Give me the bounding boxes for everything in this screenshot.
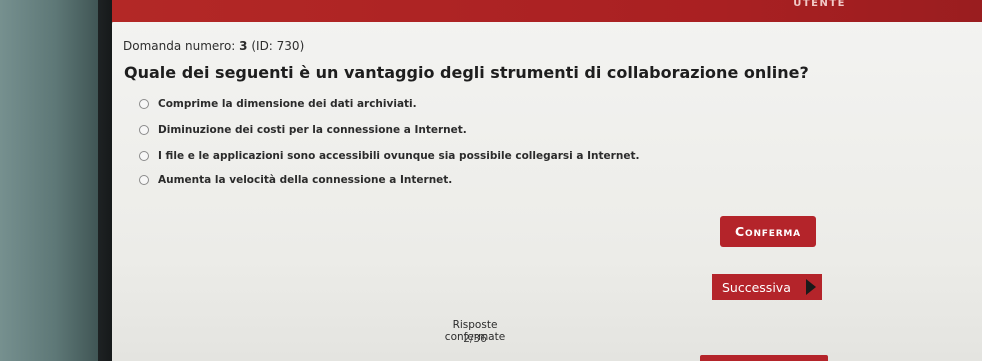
answer-option-label: Diminuzione dei costi per la connessione… [158, 124, 467, 136]
header-bar: UTENTE [112, 0, 982, 22]
answer-option[interactable]: Diminuzione dei costi per la connessione… [139, 124, 467, 136]
confirmed-answers-count: 2/36 [463, 333, 487, 345]
background-wall [0, 0, 100, 361]
question-number-value: 3 [239, 39, 248, 53]
answer-option-label: Comprime la dimensione dei dati archivia… [158, 98, 417, 110]
answer-option[interactable]: Aumenta la velocità della connessione a … [139, 174, 452, 186]
question-text: Quale dei seguenti è un vantaggio degli … [124, 63, 809, 82]
bottom-red-bar [700, 355, 828, 361]
radio-button[interactable] [139, 175, 149, 185]
play-arrow-icon [806, 279, 816, 295]
radio-button[interactable] [139, 125, 149, 135]
question-number-prefix: Domanda numero: [123, 39, 240, 53]
answer-option[interactable]: Comprime la dimensione dei dati archivia… [139, 98, 417, 110]
next-button[interactable]: Successiva [712, 274, 822, 300]
next-button-label: Successiva [722, 279, 791, 295]
question-id: (ID: 730) [247, 39, 305, 53]
confirm-button[interactable]: Conferma [720, 216, 816, 247]
question-number: Domanda numero: 3 (ID: 730) [123, 39, 304, 53]
user-label[interactable]: UTENTE [793, 0, 846, 9]
answer-option-label: Aumenta la velocità della connessione a … [158, 174, 453, 186]
radio-button[interactable] [139, 99, 149, 109]
answer-option-label: I file e le applicazioni sono accessibil… [158, 150, 640, 162]
radio-button[interactable] [139, 151, 149, 161]
answer-option[interactable]: I file e le applicazioni sono accessibil… [139, 150, 639, 162]
